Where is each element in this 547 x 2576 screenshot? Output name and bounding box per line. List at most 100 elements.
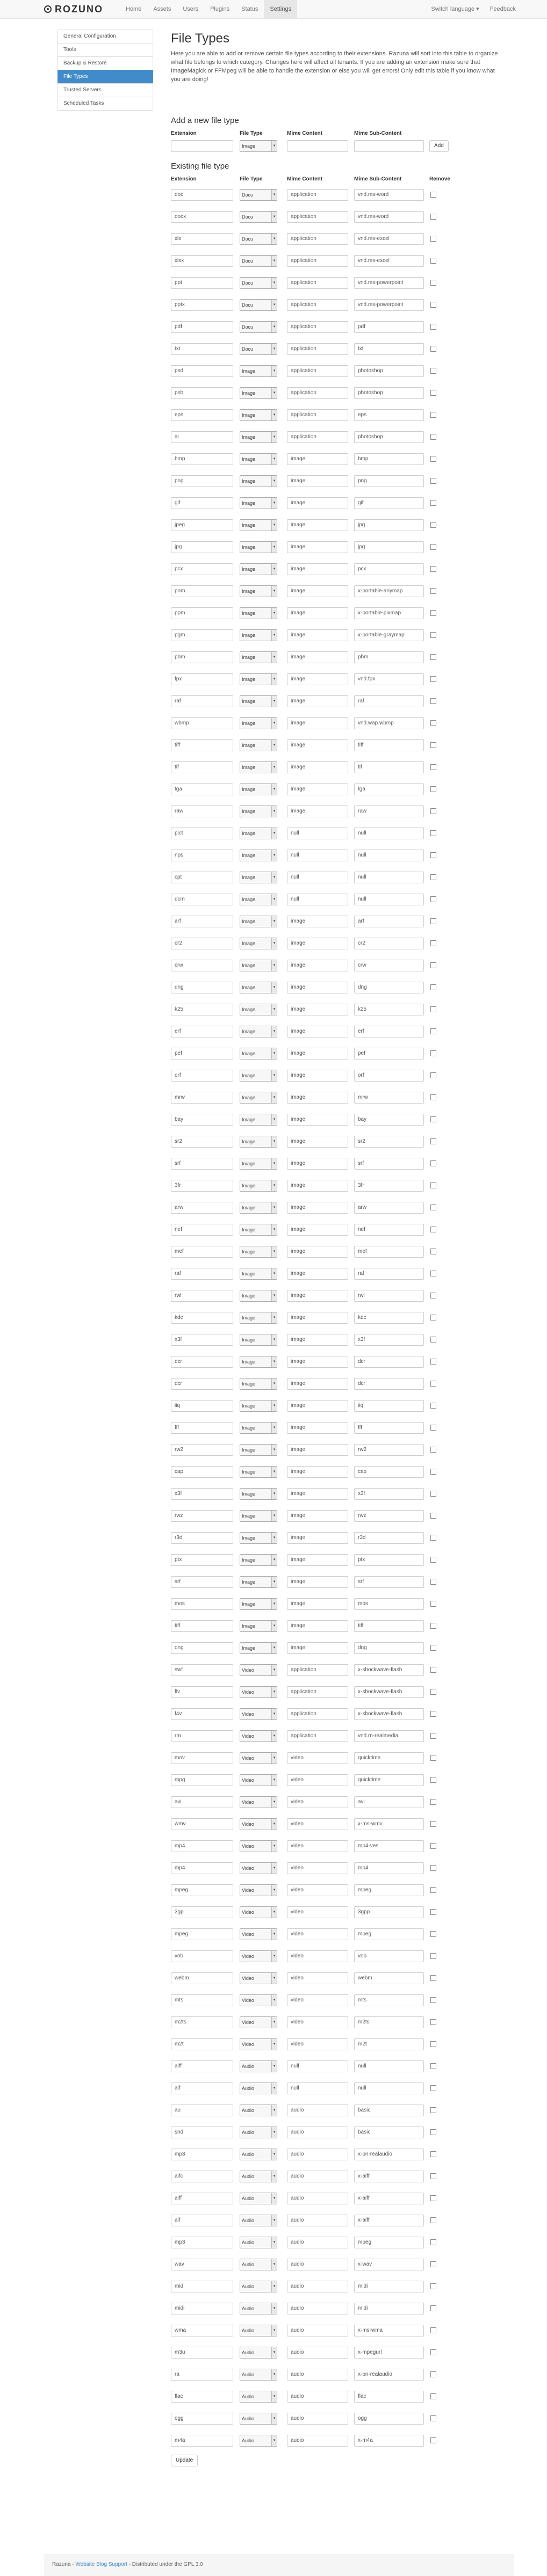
- mime-content-input[interactable]: image: [287, 1025, 348, 1037]
- extension-input[interactable]: pcx: [171, 563, 233, 575]
- mime-content-input[interactable]: image: [287, 1135, 348, 1148]
- mime-content-input[interactable]: image: [287, 475, 348, 487]
- mime-content-input[interactable]: image: [287, 1620, 348, 1632]
- file-type-select[interactable]: Video ▾: [240, 1664, 277, 1676]
- remove-checkbox[interactable]: [430, 1160, 436, 1166]
- mime-sub-content-input[interactable]: raw: [354, 805, 424, 817]
- extension-input[interactable]: vob: [171, 1950, 233, 1962]
- extension-input[interactable]: crw: [171, 959, 233, 971]
- extension-input[interactable]: tiff: [171, 739, 233, 751]
- remove-checkbox[interactable]: [430, 1579, 436, 1585]
- remove-checkbox[interactable]: [430, 1469, 436, 1475]
- remove-checkbox[interactable]: [430, 1601, 436, 1607]
- remove-checkbox[interactable]: [430, 1733, 436, 1739]
- remove-checkbox[interactable]: [430, 830, 436, 836]
- remove-checkbox[interactable]: [430, 1403, 436, 1409]
- mime-sub-content-input[interactable]: pdf: [354, 321, 424, 333]
- extension-input[interactable]: raf: [171, 695, 233, 707]
- mime-content-input[interactable]: audio: [287, 2148, 348, 2160]
- remove-checkbox[interactable]: [430, 874, 436, 880]
- remove-checkbox[interactable]: [430, 632, 436, 638]
- remove-checkbox[interactable]: [430, 1623, 436, 1629]
- mime-sub-content-input[interactable]: mos: [354, 1598, 424, 1610]
- remove-checkbox[interactable]: [430, 1491, 436, 1497]
- extension-input[interactable]: mp3: [171, 2148, 233, 2160]
- nav-item-plugins[interactable]: Plugins: [204, 0, 235, 18]
- sidebar-item-tools[interactable]: Tools: [57, 43, 153, 57]
- remove-checkbox[interactable]: [430, 764, 436, 770]
- file-type-select[interactable]: Image ▾: [240, 1157, 277, 1170]
- remove-checkbox[interactable]: [430, 1975, 436, 1981]
- mime-sub-content-input[interactable]: null: [354, 2060, 424, 2072]
- extension-input[interactable]: dcr: [171, 1355, 233, 1368]
- mime-sub-content-input[interactable]: null: [354, 827, 424, 839]
- extension-input[interactable]: rw2: [171, 1443, 233, 1456]
- extension-input[interactable]: mp3: [171, 2236, 233, 2248]
- mime-sub-content-input[interactable]: null: [354, 849, 424, 861]
- file-type-select[interactable]: Image ▾: [240, 497, 277, 509]
- file-type-select[interactable]: Image ▾: [240, 827, 277, 839]
- mime-sub-content-input[interactable]: vnd.wap.wbmp: [354, 717, 424, 729]
- remove-checkbox[interactable]: [430, 192, 436, 198]
- file-type-select[interactable]: Image ▾: [240, 1465, 277, 1478]
- extension-input[interactable]: fff: [171, 1421, 233, 1434]
- mime-sub-content-input[interactable]: vnd.ms-excel: [354, 255, 424, 267]
- remove-checkbox[interactable]: [430, 500, 436, 506]
- mime-content-input[interactable]: audio: [287, 2302, 348, 2314]
- remove-checkbox[interactable]: [430, 2305, 436, 2311]
- mime-content-input[interactable]: audio: [287, 2126, 348, 2138]
- remove-checkbox[interactable]: [430, 984, 436, 990]
- file-type-select[interactable]: Docu ▾: [240, 255, 277, 267]
- extension-input[interactable]: mos: [171, 1598, 233, 1610]
- remove-checkbox[interactable]: [430, 1271, 436, 1276]
- file-type-select[interactable]: Image ▾: [240, 1532, 277, 1544]
- mime-content-input[interactable]: audio: [287, 2192, 348, 2204]
- extension-input[interactable]: mef: [171, 1245, 233, 1258]
- mime-content-input[interactable]: video: [287, 1840, 348, 1852]
- file-type-select[interactable]: Video ▾: [240, 1752, 277, 1764]
- mime-content-input[interactable]: image: [287, 563, 348, 575]
- remove-checkbox[interactable]: [430, 786, 436, 792]
- remove-checkbox[interactable]: [430, 1667, 436, 1673]
- file-type-select[interactable]: Video ▾: [240, 1972, 277, 1984]
- mime-sub-content-input[interactable]: pef: [354, 1047, 424, 1060]
- extension-input[interactable]: k25: [171, 1003, 233, 1015]
- extension-input[interactable]: wav: [171, 2258, 233, 2270]
- file-type-select[interactable]: Image ▾: [240, 915, 277, 927]
- mime-sub-content-input[interactable]: x-ms-wmv: [354, 1818, 424, 1830]
- mime-sub-content-input[interactable]: ogg: [354, 2412, 424, 2425]
- file-type-select[interactable]: Image ▾: [240, 1377, 277, 1390]
- file-type-select[interactable]: Audio ▾: [240, 2126, 277, 2138]
- mime-sub-content-input[interactable]: x-aiff: [354, 2170, 424, 2182]
- file-type-select[interactable]: Image ▾: [240, 651, 277, 663]
- file-type-select[interactable]: Audio ▾: [240, 2236, 277, 2248]
- mime-sub-content-input[interactable]: x-portable-pixmap: [354, 607, 424, 619]
- mime-content-input[interactable]: video: [287, 1972, 348, 1984]
- mime-sub-content-input[interactable]: tiff: [354, 739, 424, 751]
- mime-content-input[interactable]: null: [287, 871, 348, 883]
- mime-content-input[interactable]: image: [287, 761, 348, 773]
- extension-input[interactable]: avi: [171, 1796, 233, 1808]
- extension-input[interactable]: mpeg: [171, 1884, 233, 1896]
- remove-checkbox[interactable]: [430, 1887, 436, 1893]
- file-type-select[interactable]: Image ▾: [240, 1201, 277, 1214]
- extension-input[interactable]: srf: [171, 1157, 233, 1170]
- mime-sub-content-input[interactable]: mp4-ves: [354, 1840, 424, 1852]
- remove-checkbox[interactable]: [430, 214, 436, 220]
- file-type-select[interactable]: Image ▾: [240, 1510, 277, 1522]
- remove-checkbox[interactable]: [430, 2371, 436, 2377]
- mime-content-input[interactable]: image: [287, 1576, 348, 1588]
- extension-input[interactable]: m4a: [171, 2434, 233, 2447]
- remove-checkbox[interactable]: [430, 2261, 436, 2267]
- mime-sub-content-input[interactable]: raf: [354, 1267, 424, 1280]
- mime-sub-content-input[interactable]: dcr: [354, 1355, 424, 1368]
- extension-input[interactable]: pef: [171, 1047, 233, 1060]
- mime-sub-content-input[interactable]: vnd.ms-excel: [354, 233, 424, 245]
- extension-input[interactable]: 3gp: [171, 1906, 233, 1918]
- extension-input[interactable]: aiff: [171, 2060, 233, 2072]
- remove-checkbox[interactable]: [430, 346, 436, 352]
- file-type-select[interactable]: Docu ▾: [240, 277, 277, 289]
- remove-checkbox[interactable]: [430, 456, 436, 462]
- mime-sub-content-input[interactable]: midi: [354, 2302, 424, 2314]
- extension-input[interactable]: iiq: [171, 1399, 233, 1412]
